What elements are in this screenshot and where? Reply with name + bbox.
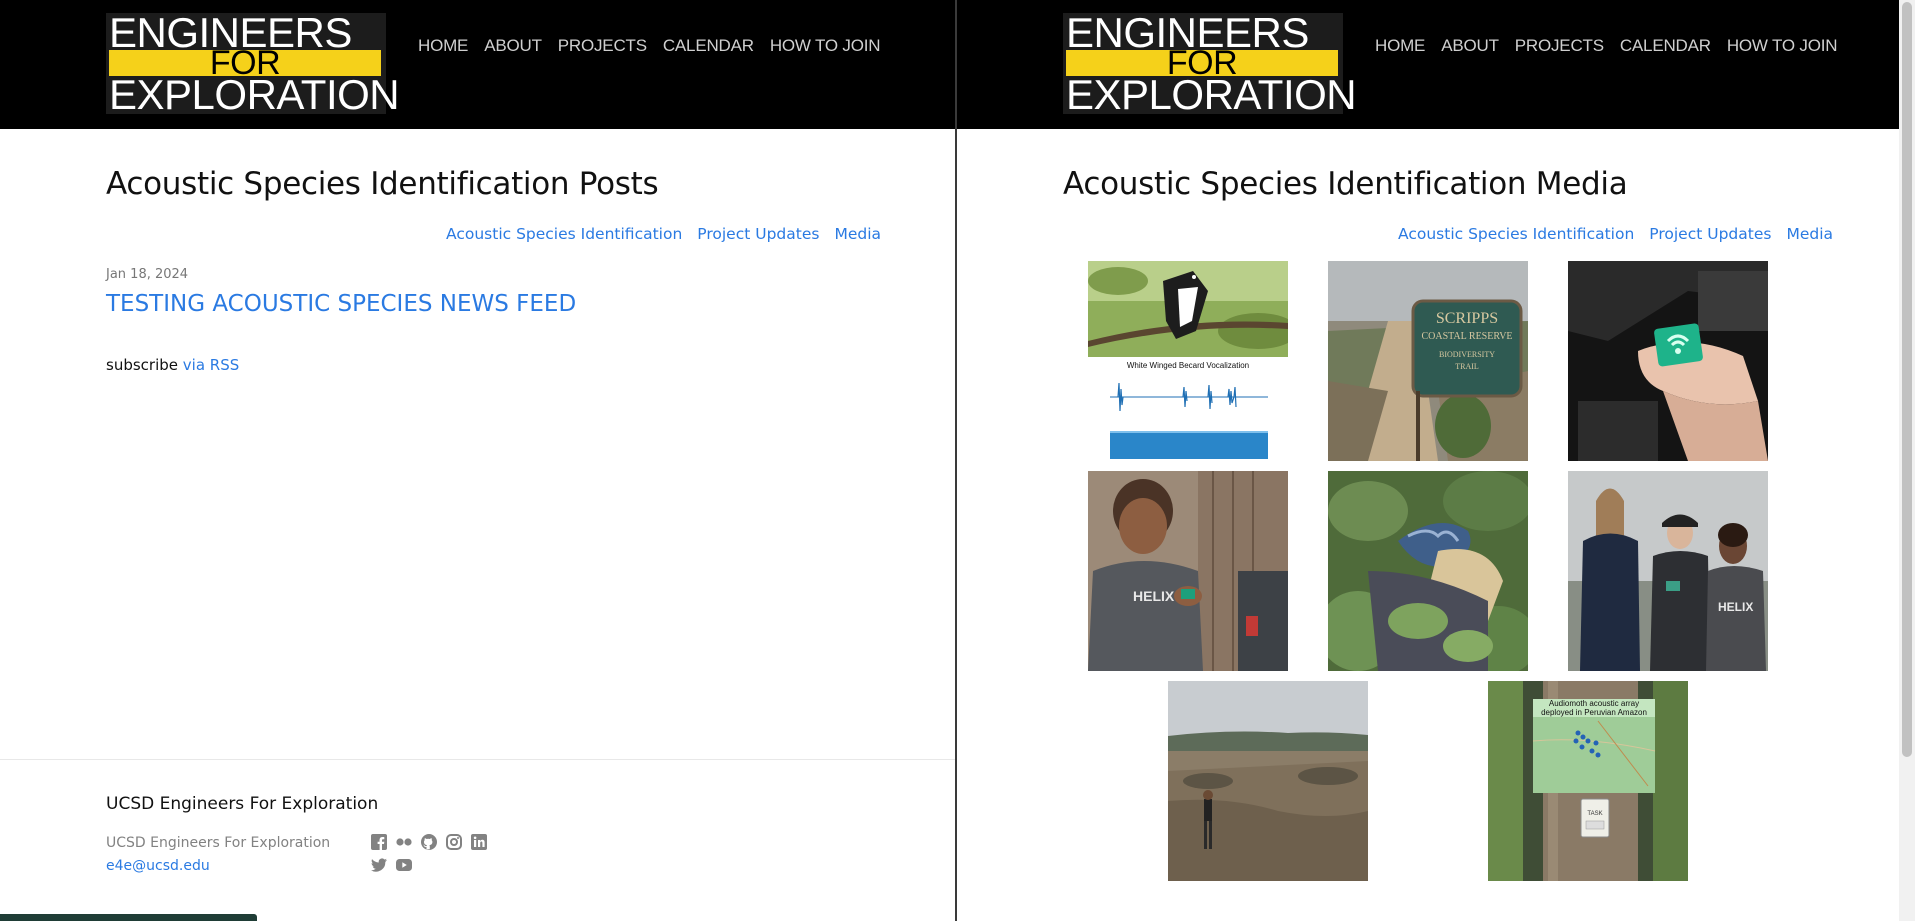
site-footer: UCSD Engineers For Exploration UCSD Engi… (0, 759, 955, 921)
instagram-icon[interactable] (445, 833, 463, 851)
gallery-coastal-scrub[interactable] (1168, 681, 1368, 881)
logo-line-3: EXPLORATION (1066, 71, 1357, 118)
svg-text:HELIX: HELIX (1718, 600, 1753, 614)
site-header: ENGINEERS FOR EXPLORATION HOME ABOUT PRO… (0, 0, 955, 129)
gallery-scripps-trail-sign[interactable]: SCRIPPS COASTAL RESERVE BIODIVERSITY TRA… (1328, 261, 1528, 461)
gallery-amazon-deployment-map[interactable]: Audiomoth acoustic array deployed in Per… (1488, 681, 1688, 881)
page-load-progress-bar (0, 914, 257, 921)
subnav-project-updates[interactable]: Project Updates (1649, 225, 1771, 243)
gallery-team-photo[interactable]: HELIX (1568, 471, 1768, 671)
sign-text-4: TRAIL (1455, 362, 1479, 371)
logo-line-3: EXPLORATION (109, 71, 400, 118)
footer-heading: UCSD Engineers For Exploration (106, 794, 379, 814)
subscribe-label: subscribe (106, 356, 178, 374)
sign-text-1: SCRIPPS (1436, 310, 1498, 327)
left-browser-pane: ENGINEERS FOR EXPLORATION HOME ABOUT PRO… (0, 0, 955, 921)
youtube-icon[interactable] (395, 856, 413, 874)
spectrogram-caption: White Winged Becard Vocalization (1127, 361, 1249, 370)
nav-home[interactable]: HOME (1375, 36, 1425, 56)
project-subnav: Acoustic Species Identification Project … (446, 225, 881, 243)
svg-text:HELIX: HELIX (1133, 588, 1175, 604)
subnav-acoustic-species[interactable]: Acoustic Species Identification (446, 225, 682, 243)
post-date: Jan 18, 2024 (106, 267, 189, 282)
tag-text: TASK (1587, 811, 1602, 817)
social-links (370, 833, 500, 874)
subnav-project-updates[interactable]: Project Updates (697, 225, 819, 243)
nav-how-to-join[interactable]: HOW TO JOIN (770, 36, 881, 56)
e4e-logo[interactable]: ENGINEERS FOR EXPLORATION (106, 12, 400, 118)
nav-home[interactable]: HOME (418, 36, 468, 56)
rss-link[interactable]: via RSS (183, 356, 239, 374)
nav-projects[interactable]: PROJECTS (558, 36, 647, 56)
sign-text-3: BIODIVERSITY (1439, 350, 1495, 359)
nav-calendar[interactable]: CALENDAR (1620, 36, 1711, 56)
e4e-logo[interactable]: ENGINEERS FOR EXPLORATION (1063, 12, 1357, 118)
linkedin-icon[interactable] (470, 833, 488, 851)
nav-projects[interactable]: PROJECTS (1515, 36, 1604, 56)
footer-org-name: UCSD Engineers For Exploration (106, 835, 331, 851)
scrollbar[interactable] (1899, 0, 1915, 921)
main-nav: HOME ABOUT PROJECTS CALENDAR HOW TO JOIN (418, 36, 896, 56)
nav-about[interactable]: ABOUT (484, 36, 542, 56)
subnav-media[interactable]: Media (834, 225, 881, 243)
scrollbar-thumb[interactable] (1902, 2, 1912, 757)
nav-about[interactable]: ABOUT (1441, 36, 1499, 56)
subnav-media[interactable]: Media (1786, 225, 1833, 243)
footer-email-link[interactable]: e4e@ucsd.edu (106, 858, 210, 874)
post-title-link[interactable]: TESTING ACOUSTIC SPECIES NEWS FEED (106, 291, 576, 317)
gallery-audiomoth-hand[interactable] (1568, 261, 1768, 461)
right-browser-pane: ENGINEERS FOR EXPLORATION HOME ABOUT PRO… (957, 0, 1899, 921)
page-title: Acoustic Species Identification Posts (106, 166, 659, 202)
nav-how-to-join[interactable]: HOW TO JOIN (1727, 36, 1838, 56)
github-icon[interactable] (420, 833, 438, 851)
facebook-icon[interactable] (370, 833, 388, 851)
site-header: ENGINEERS FOR EXPLORATION HOME ABOUT PRO… (957, 0, 1899, 129)
project-subnav: Acoustic Species Identification Project … (1398, 225, 1833, 243)
main-nav: HOME ABOUT PROJECTS CALENDAR HOW TO JOIN (1375, 36, 1853, 56)
page-title: Acoustic Species Identification Media (1063, 166, 1628, 202)
gallery-bird-spectrogram[interactable]: White Winged Becard Vocalization (1088, 261, 1288, 461)
sign-text-2: COASTAL RESERVE (1421, 331, 1512, 342)
subnav-acoustic-species[interactable]: Acoustic Species Identification (1398, 225, 1634, 243)
map-caption-1: Audiomoth acoustic array (1549, 699, 1639, 708)
twitter-icon[interactable] (370, 856, 388, 874)
gallery-student-with-device[interactable]: HELIX (1088, 471, 1288, 671)
map-caption-2: deployed in Peruvian Amazon (1541, 708, 1647, 717)
flickr-icon[interactable] (395, 833, 413, 851)
gallery-field-foliage[interactable] (1328, 471, 1528, 671)
nav-calendar[interactable]: CALENDAR (663, 36, 754, 56)
subscribe-line: subscribe via RSS (106, 356, 239, 374)
